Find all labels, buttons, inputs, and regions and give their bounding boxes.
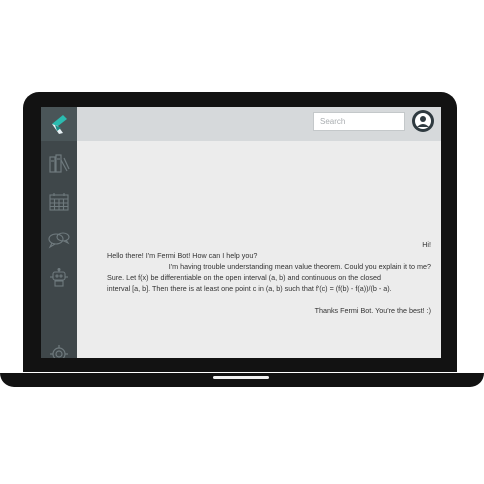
gear-icon[interactable] <box>47 343 71 358</box>
sidebar <box>41 107 77 358</box>
chat-bubbles-icon[interactable] <box>47 229 71 251</box>
top-bar <box>77 107 441 141</box>
books-icon[interactable] <box>47 153 71 175</box>
app-screen: Hi! Hello there! I'm Fermi Bot! How can … <box>41 107 441 358</box>
user-avatar-icon[interactable] <box>412 110 434 132</box>
laptop-notch <box>213 376 269 379</box>
search-input[interactable] <box>313 112 405 131</box>
chat-message-bot: Hello there! I'm Fermi Bot! How can I he… <box>107 251 258 260</box>
chat-message-user: Hi! <box>422 240 431 249</box>
chat-message-user: I'm having trouble understanding mean va… <box>168 262 431 271</box>
chat-message-bot: Sure. Let f(x) be differentiable on the … <box>107 273 392 293</box>
fermi-logo-icon <box>52 115 67 134</box>
fermi-logo[interactable] <box>41 107 77 141</box>
chat-message-user: Thanks Fermi Bot. You're the best! :) <box>314 306 431 315</box>
calendar-icon[interactable] <box>47 191 71 213</box>
robot-icon[interactable] <box>47 267 71 289</box>
chat-area: Hi! Hello there! I'm Fermi Bot! How can … <box>77 141 441 358</box>
